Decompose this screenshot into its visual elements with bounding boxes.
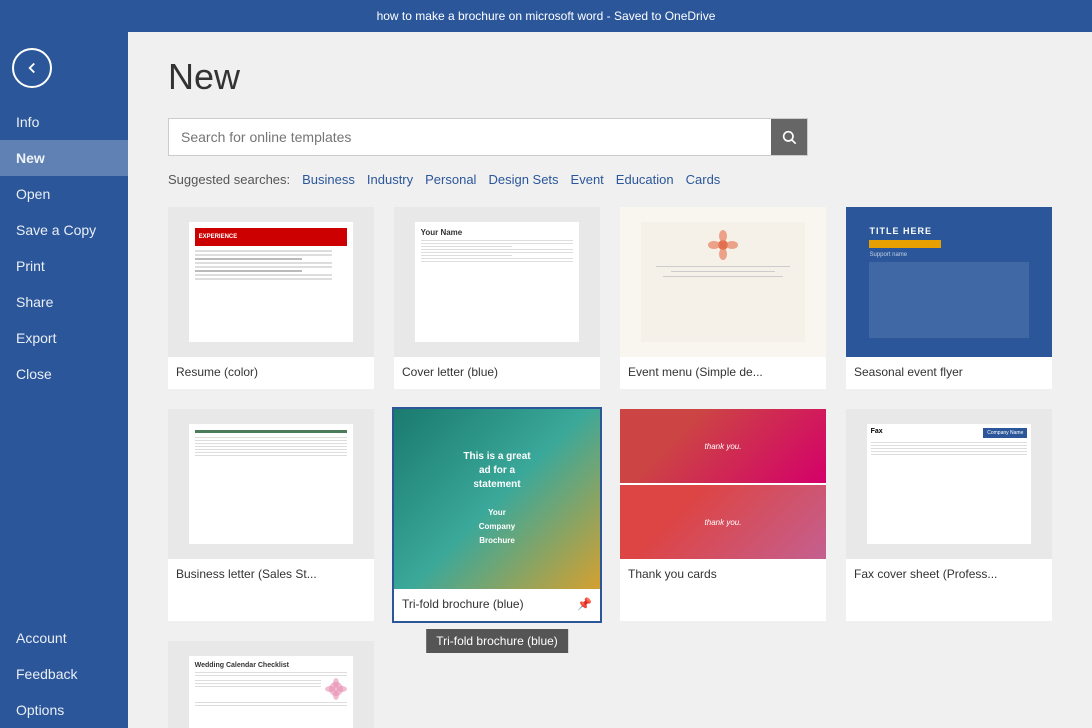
template-biz-letter[interactable]: Business letter (Sales St... [168, 409, 374, 621]
suggested-event[interactable]: Event [571, 172, 604, 187]
suggested-design-sets[interactable]: Design Sets [488, 172, 558, 187]
search-bar [168, 118, 808, 156]
sidebar-item-account[interactable]: Account [0, 620, 128, 656]
main-content: New Suggested searches: Business Industr… [128, 32, 1092, 728]
sidebar-item-export[interactable]: Export [0, 320, 128, 356]
template-thumb: Wedding Calendar Checklist [168, 641, 374, 728]
template-name: Tri-fold brochure (blue)📌 [394, 589, 600, 621]
title-bar: how to make a brochure on microsoft word… [0, 0, 1092, 32]
sidebar: Info New Open Save a Copy Print Share Ex… [0, 32, 128, 728]
template-name: Cover letter (blue) [394, 357, 600, 389]
template-name: Thank you cards [620, 559, 826, 591]
suggested-business[interactable]: Business [302, 172, 355, 187]
template-cover-letter[interactable]: Your Name Cover letter (blue) [394, 207, 600, 389]
suggested-label: Suggested searches: [168, 172, 290, 187]
app-body: Info New Open Save a Copy Print Share Ex… [0, 32, 1092, 728]
document-title: how to make a brochure on microsoft word… [377, 9, 716, 23]
template-thumb: EXPERIENCE [168, 207, 374, 357]
suggested-personal[interactable]: Personal [425, 172, 476, 187]
brochure-tooltip: Tri-fold brochure (blue) [426, 629, 568, 653]
template-name: Seasonal event flyer [846, 357, 1052, 389]
brochure-preview: This is a greatad for astatement YourCom… [394, 409, 600, 589]
suggested-searches: Suggested searches: Business Industry Pe… [168, 172, 1052, 187]
template-thumb: thank you. thank you. [620, 409, 826, 559]
sidebar-item-info[interactable]: Info [0, 104, 128, 140]
search-button[interactable] [771, 119, 807, 155]
template-thumb: TITLE HERE Support name [846, 207, 1052, 357]
suggested-industry[interactable]: Industry [367, 172, 413, 187]
sidebar-item-options[interactable]: Options [0, 692, 128, 728]
template-seasonal-flyer[interactable]: TITLE HERE Support name Seasonal event f… [846, 207, 1052, 389]
back-button[interactable] [12, 48, 52, 88]
wedding-preview: Wedding Calendar Checklist [189, 656, 354, 728]
biz-letter-preview [189, 424, 354, 544]
template-thumb: This is a greatad for astatement YourCom… [394, 409, 600, 589]
templates-grid: EXPERIENCE Resume (color) Your Name [168, 207, 1052, 728]
sidebar-item-close[interactable]: Close [0, 356, 128, 392]
sidebar-item-save-copy[interactable]: Save a Copy [0, 212, 128, 248]
template-thumb [168, 409, 374, 559]
template-thankyou[interactable]: thank you. thank you. Thank you cards [620, 409, 826, 621]
thankyou-preview: thank you. thank you. [620, 409, 826, 559]
template-thumb [620, 207, 826, 357]
cover-letter-preview: Your Name [415, 222, 580, 342]
template-thumb: Fax Company Name [846, 409, 1052, 559]
template-wedding[interactable]: Wedding Calendar Checklist [168, 641, 374, 728]
template-event-menu[interactable]: Event menu (Simple de... [620, 207, 826, 389]
template-fax-cover[interactable]: Fax Company Name Fax cover sheet (Profes… [846, 409, 1052, 621]
template-name: Business letter (Sales St... [168, 559, 374, 591]
resume-preview: EXPERIENCE [189, 222, 354, 342]
template-thumb: Your Name [394, 207, 600, 357]
search-input[interactable] [169, 121, 771, 153]
sidebar-item-feedback[interactable]: Feedback [0, 656, 128, 692]
suggested-education[interactable]: Education [616, 172, 674, 187]
sidebar-item-open[interactable]: Open [0, 176, 128, 212]
sidebar-item-share[interactable]: Share [0, 284, 128, 320]
template-name: Event menu (Simple de... [620, 357, 826, 389]
sidebar-item-print[interactable]: Print [0, 248, 128, 284]
sidebar-item-new[interactable]: New [0, 140, 128, 176]
fax-preview: Fax Company Name [867, 424, 1032, 544]
template-name: Resume (color) [168, 357, 374, 389]
suggested-cards[interactable]: Cards [686, 172, 721, 187]
template-resume-color[interactable]: EXPERIENCE Resume (color) [168, 207, 374, 389]
template-brochure-blue[interactable]: This is a greatad for astatement YourCom… [394, 409, 600, 621]
page-title: New [168, 56, 1052, 98]
template-name: Fax cover sheet (Profess... [846, 559, 1052, 591]
